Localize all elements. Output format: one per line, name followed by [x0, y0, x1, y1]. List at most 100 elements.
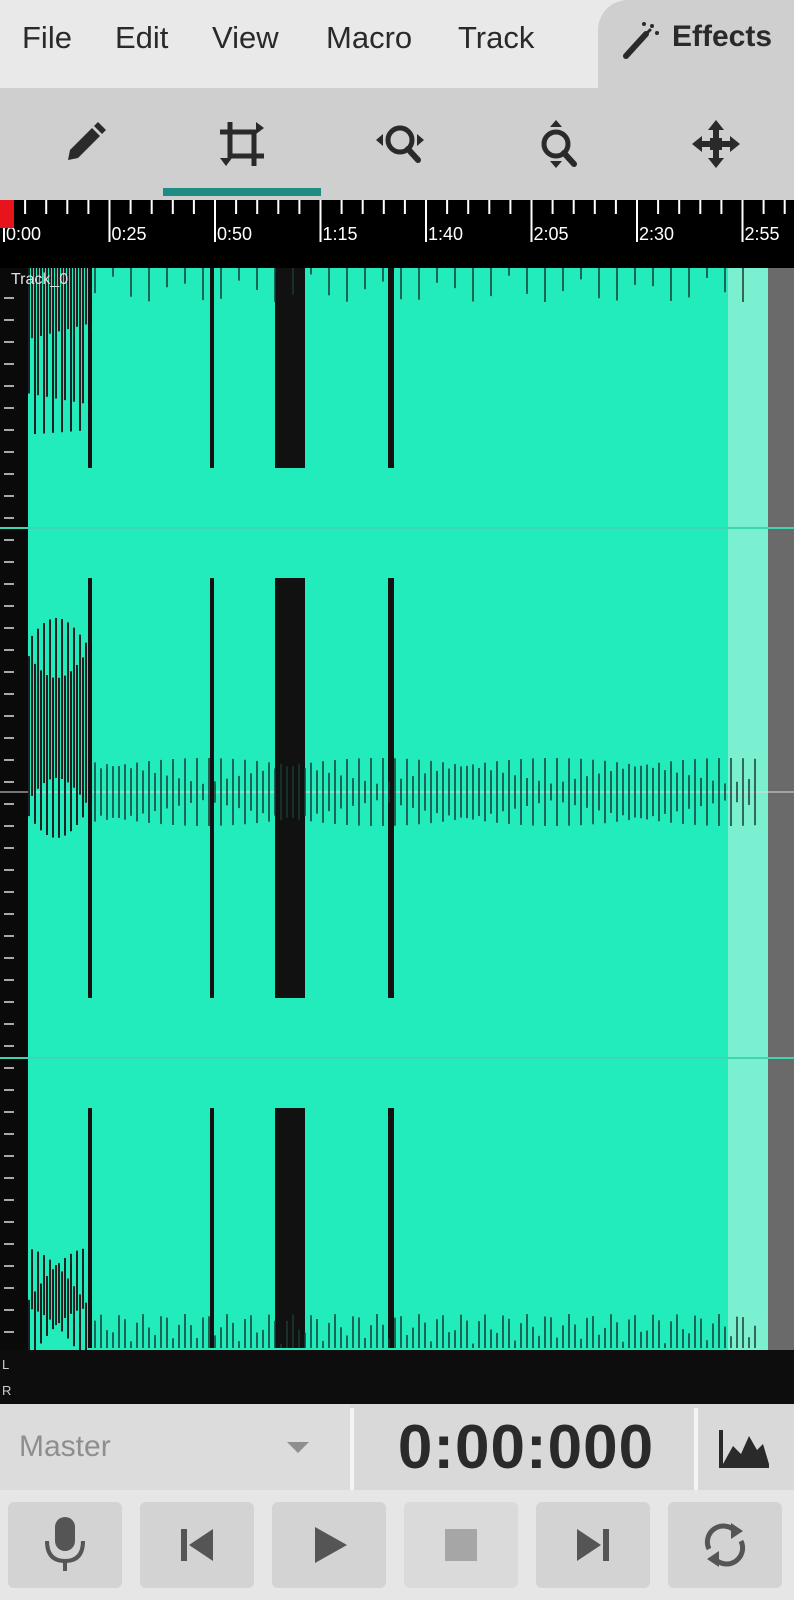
wave-gap — [49, 619, 51, 780]
bus-selector[interactable]: Master — [0, 1404, 350, 1490]
wave-dip — [275, 268, 305, 468]
wave-gap — [55, 1265, 57, 1326]
ruler-label: 2:30 — [639, 224, 675, 244]
crop-icon — [220, 122, 264, 166]
menu-view[interactable]: View — [212, 20, 279, 56]
wave-dip — [388, 1108, 394, 1348]
move-icon — [692, 120, 740, 168]
info-bar: Master 0:00:000 — [0, 1404, 794, 1490]
wave-gap — [43, 268, 45, 434]
wave-dip — [275, 578, 305, 998]
divider — [694, 1408, 698, 1490]
wave-gap — [34, 663, 36, 824]
wave-dip — [210, 1108, 214, 1348]
wave-gap — [82, 1248, 84, 1309]
wave-gap — [79, 1294, 81, 1350]
wave-gap — [76, 1250, 78, 1311]
skip-forward-icon — [577, 1529, 609, 1561]
wave-gap — [85, 268, 87, 325]
ruler-label: 1:15 — [322, 224, 358, 244]
ruler-label: 0:50 — [217, 224, 253, 244]
wave-dip — [388, 268, 394, 468]
scrollbar-track — [768, 268, 794, 1350]
spectrum-button[interactable] — [702, 1414, 788, 1484]
skip-back-icon — [181, 1529, 213, 1561]
tool-bar — [0, 88, 794, 200]
play-button[interactable] — [272, 1502, 386, 1588]
wave-gap — [85, 642, 87, 803]
wave-gap — [61, 619, 63, 780]
ruler-label: 2:55 — [744, 224, 780, 244]
wave-gap — [52, 677, 54, 838]
wave-gap — [46, 675, 48, 836]
channel-bar: L R — [0, 1350, 794, 1404]
active-tool-indicator — [163, 188, 321, 196]
skip-forward-button[interactable] — [536, 1502, 650, 1588]
wave-gap — [82, 268, 84, 404]
play-icon — [315, 1527, 347, 1563]
wave-gap — [40, 670, 42, 831]
wave-gap — [37, 1251, 39, 1312]
wave-gap — [34, 268, 36, 435]
zoom-horizontal-tool[interactable] — [321, 88, 479, 200]
wave-dip — [88, 578, 92, 998]
pencil-icon — [68, 122, 106, 160]
wave-gap — [82, 657, 84, 818]
wave-gap — [73, 627, 75, 788]
waveform-area[interactable]: Track_0 — [0, 268, 794, 1350]
wave-gap — [37, 628, 39, 789]
wave-dip — [88, 1108, 92, 1348]
wave-gap — [49, 1259, 51, 1320]
menu-macro[interactable]: Macro — [326, 20, 412, 56]
wave-gap — [28, 656, 30, 817]
wave-gap — [73, 268, 75, 402]
chevron-down-icon — [287, 1442, 309, 1453]
loop-icon — [704, 1523, 746, 1567]
zoom-horizontal-icon — [376, 125, 424, 163]
menu-edit[interactable]: Edit — [115, 20, 168, 56]
zoom-vertical-icon — [541, 120, 577, 168]
wave-gap — [79, 268, 81, 431]
crop-tool[interactable] — [163, 88, 321, 200]
left-channel-label: L — [2, 1357, 10, 1372]
stop-icon — [445, 1529, 477, 1561]
playhead-marker[interactable] — [0, 200, 14, 228]
wave-gap — [52, 1269, 54, 1330]
track-name: Track_0 — [11, 271, 69, 288]
wave-gap — [31, 1249, 33, 1310]
wave-dip — [210, 268, 214, 468]
skip-back-button[interactable] — [140, 1502, 254, 1588]
ruler-label: 1:40 — [428, 224, 464, 244]
wave-dip — [88, 268, 92, 468]
menu-file[interactable]: File — [22, 20, 72, 56]
wave-gap — [52, 268, 54, 433]
transport-bar — [0, 1490, 794, 1600]
wave-gap — [55, 618, 57, 779]
wave-gap — [46, 1276, 48, 1337]
wave-gap — [67, 1278, 69, 1339]
wave-gap — [40, 1283, 42, 1344]
wave-gap — [70, 1253, 72, 1314]
time-display: 0:00:000 — [397, 1412, 655, 1482]
zoom-vertical-tool[interactable] — [479, 88, 637, 200]
wave-gap — [76, 664, 78, 825]
stop-button[interactable] — [404, 1502, 518, 1588]
pencil-tool[interactable] — [5, 88, 163, 200]
wave-gap — [58, 677, 60, 838]
menu-effects[interactable]: Effects — [598, 0, 794, 88]
wave-gap — [61, 268, 63, 433]
wave-gap — [61, 1271, 63, 1332]
menu-track[interactable]: Track — [458, 20, 534, 56]
microphone-icon — [45, 1517, 85, 1571]
timeline-ruler[interactable]: 0:00 0:25 0:50 1:15 1:40 2:05 2:30 2:55 — [0, 200, 794, 268]
ruler-label: 0:25 — [111, 224, 147, 244]
waveform — [0, 268, 794, 1350]
move-tool[interactable] — [637, 88, 794, 200]
loop-button[interactable] — [668, 1502, 782, 1588]
wave-gap — [79, 634, 81, 795]
wave-gap — [64, 675, 66, 836]
wave-dip — [275, 1108, 305, 1348]
record-button[interactable] — [8, 1502, 122, 1588]
wave-gap — [43, 623, 45, 784]
wave-gap — [64, 1257, 66, 1318]
